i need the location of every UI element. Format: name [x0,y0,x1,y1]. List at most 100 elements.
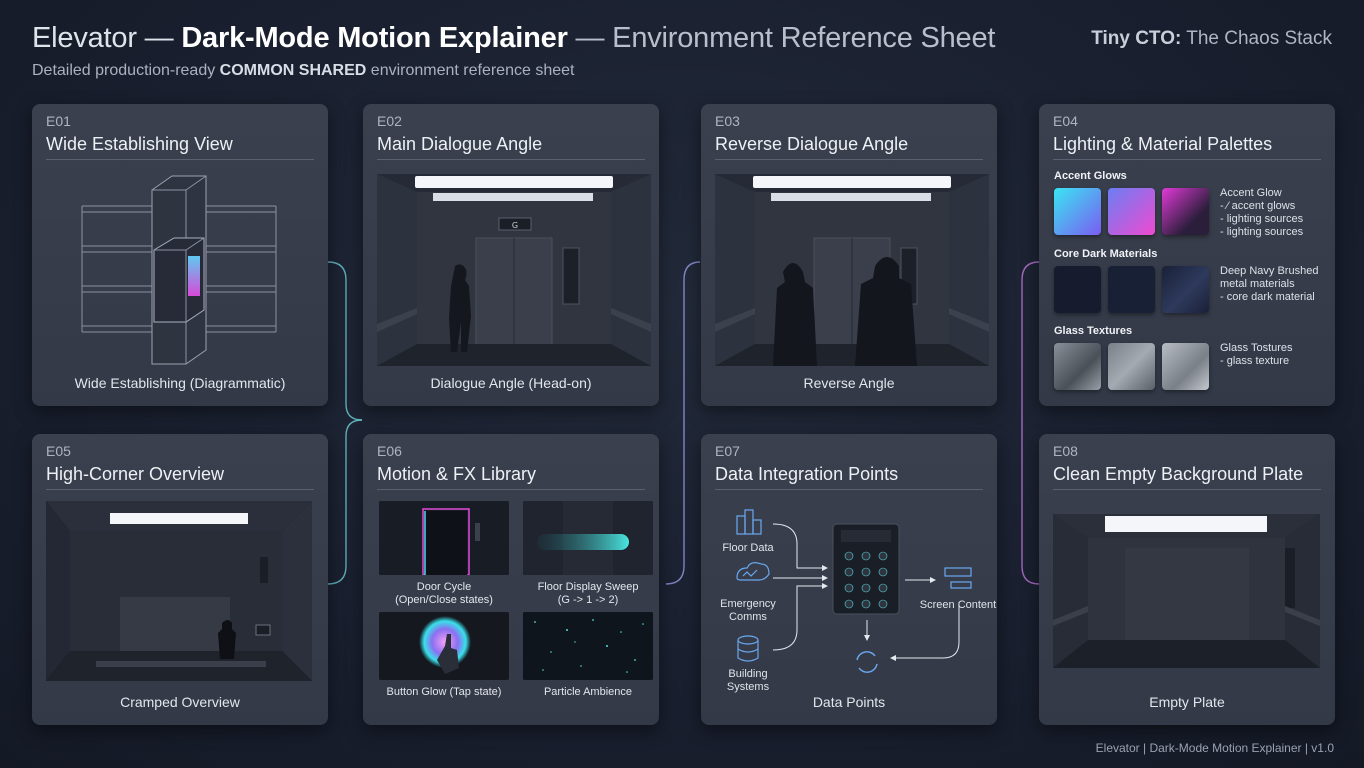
swatch-glass-2 [1108,343,1155,390]
panel-caption: Empty Plate [1149,694,1225,710]
title-divider [715,489,983,490]
panel-caption: Dialogue Angle (Head-on) [430,375,592,391]
label-line: Comms [729,611,767,623]
panel-title: Lighting & Material Palettes [1053,134,1273,154]
fx-door-cycle-caption: Door Cycle (Open/Close states) [379,581,509,607]
elevator-reverse-art [715,174,989,366]
panel-title: Clean Empty Background Plate [1053,464,1304,484]
data-flow-diagram [736,509,972,673]
panel-e06: E06 Motion & FX Library Door Cycle (Open… [363,434,659,725]
elevator-interior-scene: G [377,174,651,366]
emergency-comms-label: Emergency Comms [708,598,788,624]
fx-particle-ambience-thumb [523,612,653,680]
accent-glows-desc: Accent Glow - ⁄ accent glows - lighting … [1220,187,1303,239]
high-corner-art [46,501,312,681]
title-divider [1053,489,1321,490]
fx-floor-sweep-thumb [523,501,653,575]
swatch-accent-violet [1108,188,1155,235]
caption-line: Door Cycle [416,581,472,593]
panel-code: E06 [377,443,402,459]
panel-code: E04 [1053,113,1078,129]
subtitle-prefix: Detailed production-ready [32,62,220,79]
desc-line: - core dark material [1220,291,1315,303]
panel-title: Motion & FX Library [377,464,537,484]
elevator-reverse-scene [715,174,989,366]
panel-e05: E05 High-Corner Overview Cramped Overvie… [32,434,328,725]
caption-line: Floor Display Sweep [537,581,639,593]
glass-textures-desc: Glass Tostures - glass texture [1220,342,1293,368]
page-subtitle: Detailed production-ready COMMON SHARED … [32,62,574,80]
panel-code: E03 [715,113,740,129]
high-corner-scene [46,501,312,681]
swatch-accent-magenta [1162,188,1209,235]
elevator-interior-art: G [377,174,651,366]
swatch-glass-1 [1054,343,1101,390]
title-divider [715,159,983,160]
desc-line: - lighting sources [1220,226,1304,238]
core-dark-materials-label: Core Dark Materials [1054,248,1158,260]
panel-e01: E01 Wide Establishing View Wide Establis… [32,104,328,406]
panel-code: E02 [377,113,402,129]
fx-door-cycle-thumb [379,501,509,575]
swatch-accent-cyan [1054,188,1101,235]
fx-particle-ambience-caption: Particle Ambience [543,686,633,698]
panel-caption: Data Points [812,694,886,710]
footer-version: Elevator | Dark-Mode Motion Explainer | … [1095,741,1334,755]
title-prefix: Elevator — [32,22,182,54]
glass-textures-label: Glass Textures [1054,325,1133,337]
fx-floor-sweep-caption: Floor Display Sweep (G -> 1 -> 2) [523,581,653,607]
panel-title: Reverse Dialogue Angle [715,134,909,154]
title-divider [377,159,645,160]
fx-button-glow-thumb [379,612,509,680]
title-suffix: — Environment Reference Sheet [567,22,996,54]
empty-plate-art [1053,514,1320,668]
desc-line: - ⁄ accent glows [1220,200,1296,212]
panel-title: Wide Establishing View [46,134,233,154]
panel-e08: E08 Clean Empty Background Plate Empty P… [1039,434,1335,725]
title-divider [1053,159,1321,160]
desc-line: - lighting sources [1220,213,1304,225]
page-title: Elevator — Dark-Mode Motion Explainer — … [32,22,995,55]
glow-car-window [188,256,200,296]
panel-title: Main Dialogue Angle [377,134,543,154]
brand-label: Tiny CTO: The Chaos Stack [1091,28,1332,50]
panel-code: E05 [46,443,71,459]
core-dark-materials-desc: Deep Navy Brushed metal materials - core… [1220,265,1318,304]
empty-plate-scene [1053,514,1320,668]
subtitle-suffix: environment reference sheet [366,62,575,79]
title-divider [46,489,314,490]
subtitle-bold: COMMON SHARED [219,62,367,79]
panel-code: E08 [1053,443,1078,459]
desc-line: - glass texture [1220,355,1290,367]
swatch-core-navy-1 [1054,266,1101,313]
desc-line: Deep Navy Brushed [1220,265,1319,277]
caption-line: (G -> 1 -> 2) [557,594,619,606]
fx-button-glow-caption: Button Glow (Tap state) [386,686,502,698]
label-line: Building [728,668,768,680]
brand-rest: The Chaos Stack [1181,28,1332,49]
brand-bold: Tiny CTO: [1091,28,1182,49]
panel-e07: E07 Data Integration Points Floor Data E… [701,434,997,725]
panel-e03: E03 Reverse Dialogue Angle Reverse Angle [701,104,997,406]
building-systems-label: Building Systems [708,668,788,694]
title-divider [377,489,645,490]
caption-line: (Open/Close states) [395,594,493,606]
title-bold: Dark-Mode Motion Explainer [181,22,568,54]
swatch-core-navy-2 [1108,266,1155,313]
panel-title: High-Corner Overview [46,464,225,484]
screen-content-label: Screen Content [919,599,997,611]
floor-indicator-text: G [512,221,518,230]
swatch-core-brushed [1162,266,1209,313]
panel-code: E01 [46,113,71,129]
panel-caption: Wide Establishing (Diagrammatic) [74,375,286,391]
label-line: Emergency [720,598,776,610]
panel-e04: E04 Lighting & Material Palettes Accent … [1039,104,1335,406]
accent-glows-label: Accent Glows [1054,170,1127,182]
floor-data-label: Floor Data [722,542,774,554]
wireframe-shaft-diagram [81,175,277,365]
panel-caption: Reverse Angle [803,375,895,391]
desc-line: Glass Tostures [1220,342,1293,354]
panel-caption: Cramped Overview [120,694,240,710]
label-line: Systems [726,681,770,693]
title-divider [46,159,314,160]
